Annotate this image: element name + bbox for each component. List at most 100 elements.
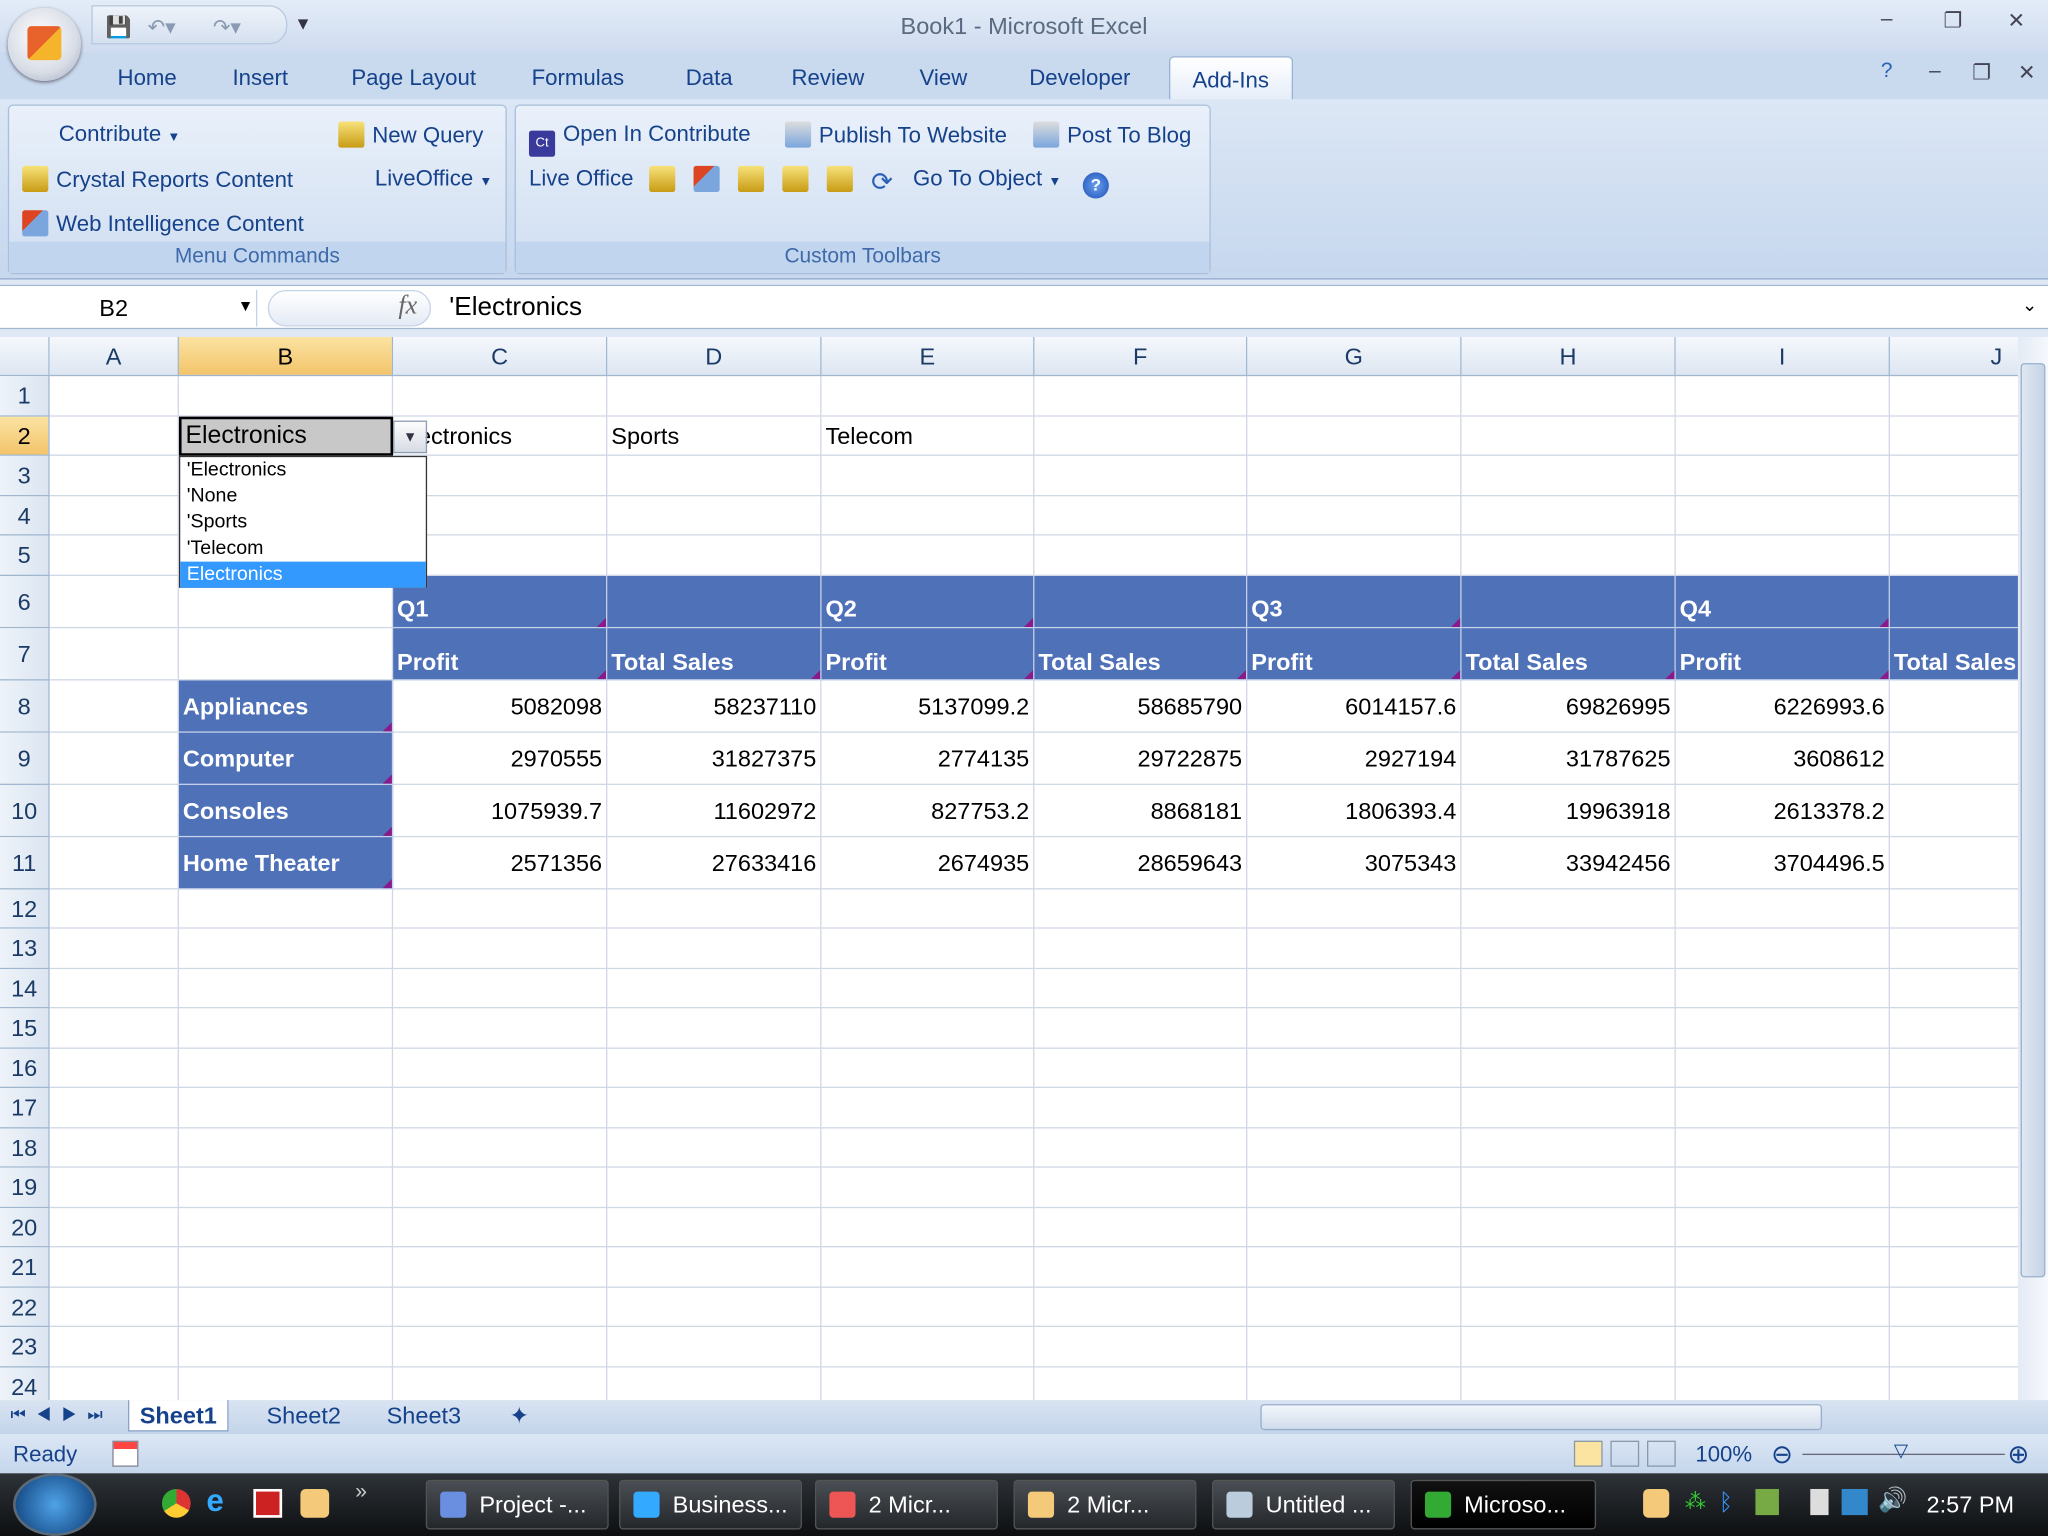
cell-j14[interactable]	[1889, 968, 2018, 1009]
cell-i19[interactable]	[1675, 1167, 1890, 1208]
cell-g3[interactable]	[1247, 455, 1462, 496]
row-header-17[interactable]: 17	[0, 1087, 50, 1128]
cell-i5[interactable]	[1675, 535, 1890, 576]
column-header-f[interactable]: F	[1034, 336, 1248, 377]
cell-h16[interactable]	[1461, 1048, 1676, 1088]
validation-dropdown-button[interactable]: ▼	[393, 420, 428, 454]
cell-g2[interactable]	[1247, 415, 1462, 456]
cell-h4[interactable]	[1461, 495, 1676, 536]
cell-i3[interactable]	[1675, 455, 1890, 496]
cell-h6[interactable]	[1461, 575, 1676, 628]
close-icon[interactable]: ✕	[2008, 8, 2026, 34]
power-icon[interactable]	[1810, 1488, 1829, 1516]
cell-a9[interactable]	[49, 732, 179, 785]
cell-e17[interactable]	[821, 1087, 1035, 1128]
row-header-9[interactable]: 9	[0, 732, 50, 785]
cell-j24[interactable]	[1890, 1367, 2018, 1400]
help-icon[interactable]: ?	[1881, 60, 1893, 84]
expand-formula-bar-icon[interactable]: ⌄	[2022, 294, 2037, 316]
undo-icon[interactable]: ↶▾	[148, 14, 176, 40]
cell-c13[interactable]	[393, 928, 608, 969]
contribute-menu[interactable]: Contribute ▼	[59, 121, 181, 147]
cell-b17[interactable]	[178, 1087, 394, 1128]
cell-h15[interactable]	[1461, 1008, 1676, 1049]
taskbar-button[interactable]: 2 Micr...	[1013, 1479, 1197, 1530]
cell-i4[interactable]	[1675, 495, 1890, 536]
cell-a17[interactable]	[49, 1087, 179, 1128]
cell-c1[interactable]	[393, 376, 608, 416]
cell-h5[interactable]	[1461, 535, 1676, 576]
cell-c9[interactable]: 2970555	[393, 732, 608, 785]
cell-g1[interactable]	[1247, 376, 1462, 416]
cell-j6[interactable]	[1889, 575, 2018, 628]
cell-f21[interactable]	[1034, 1247, 1248, 1288]
cell-i24[interactable]	[1676, 1366, 1890, 1401]
cell-j2[interactable]	[1889, 416, 2018, 456]
macro-record-icon[interactable]	[112, 1440, 139, 1467]
cell-d17[interactable]	[607, 1087, 822, 1128]
cell-a5[interactable]	[49, 535, 179, 576]
horizontal-scroll-thumb[interactable]	[1260, 1404, 1823, 1431]
cell-i1[interactable]	[1675, 376, 1890, 416]
cell-j23[interactable]	[1889, 1327, 2018, 1367]
cell-d2[interactable]: Sports	[607, 415, 822, 456]
row-header-15[interactable]: 15	[0, 1008, 50, 1049]
cell-d5[interactable]	[607, 535, 822, 576]
cell-g5[interactable]	[1247, 535, 1462, 576]
cell-c10[interactable]: 1075939.7	[393, 784, 608, 837]
column-header-i[interactable]: I	[1675, 336, 1890, 377]
row-header-21[interactable]: 21	[0, 1247, 50, 1288]
cell-d11[interactable]: 27633416	[607, 836, 822, 889]
cell-c16[interactable]	[393, 1048, 608, 1088]
cell-i14[interactable]	[1675, 968, 1890, 1009]
cell-f7[interactable]: Total Sales	[1034, 627, 1248, 680]
cell-c19[interactable]	[393, 1167, 608, 1208]
save-icon[interactable]: 💾	[106, 14, 132, 40]
cell-c7[interactable]: Profit	[393, 627, 608, 680]
cell-e20[interactable]	[821, 1207, 1035, 1248]
cell-a10[interactable]	[49, 784, 179, 837]
cell-j5[interactable]	[1889, 536, 2018, 576]
cell-j7[interactable]: Total Sales	[1889, 627, 2018, 680]
cell-a6[interactable]	[49, 575, 179, 628]
publish-to-website-button[interactable]: Publish To Website	[784, 121, 1007, 148]
cell-a22[interactable]	[49, 1287, 179, 1328]
cell-a8[interactable]	[49, 679, 179, 733]
cell-b22[interactable]	[178, 1287, 394, 1328]
taskbar-button[interactable]: 2 Micr...	[815, 1479, 998, 1530]
cell-b20[interactable]	[178, 1207, 394, 1248]
cell-j8[interactable]: 74	[1889, 680, 2018, 733]
open-in-contribute-button[interactable]: Ct Open In Contribute	[528, 121, 751, 157]
cell-h7[interactable]: Total Sales	[1461, 627, 1676, 680]
workbook-close-icon[interactable]: ✕	[2018, 60, 2036, 86]
cell-f12[interactable]	[1034, 888, 1248, 929]
new-query-button[interactable]: New Query	[338, 121, 483, 148]
cell-j18[interactable]	[1889, 1128, 2018, 1168]
cell-h3[interactable]	[1461, 455, 1676, 496]
page-break-view-icon[interactable]	[1647, 1440, 1676, 1467]
cell-a23[interactable]	[49, 1327, 179, 1367]
cell-a20[interactable]	[49, 1207, 179, 1248]
cell-g23[interactable]	[1247, 1327, 1462, 1367]
cell-e19[interactable]	[821, 1167, 1035, 1208]
cell-e22[interactable]	[821, 1287, 1035, 1328]
select-all-button[interactable]	[0, 336, 50, 377]
cell-g19[interactable]	[1247, 1167, 1462, 1208]
cell-g11[interactable]: 3075343	[1247, 836, 1462, 889]
cell-i20[interactable]	[1675, 1207, 1890, 1248]
taskbar-button[interactable]: Untitled ...	[1212, 1479, 1395, 1530]
cell-c11[interactable]: 2571356	[393, 836, 608, 889]
cell-e13[interactable]	[821, 928, 1035, 969]
cell-f13[interactable]	[1034, 928, 1248, 969]
redo-icon[interactable]: ↷▾	[213, 14, 241, 40]
row-header-1[interactable]: 1	[0, 376, 50, 416]
row-header-10[interactable]: 10	[0, 784, 50, 837]
cell-a7[interactable]	[49, 627, 179, 680]
cell-f9[interactable]: 29722875	[1034, 732, 1248, 785]
formula-input[interactable]: 'Electronics	[449, 293, 582, 323]
cell-d12[interactable]	[607, 888, 822, 929]
cell-b12[interactable]	[178, 888, 394, 929]
sheet-tab-sheet1[interactable]: Sheet1	[127, 1400, 229, 1432]
row-header-3[interactable]: 3	[0, 455, 50, 496]
cell-h12[interactable]	[1461, 888, 1676, 929]
